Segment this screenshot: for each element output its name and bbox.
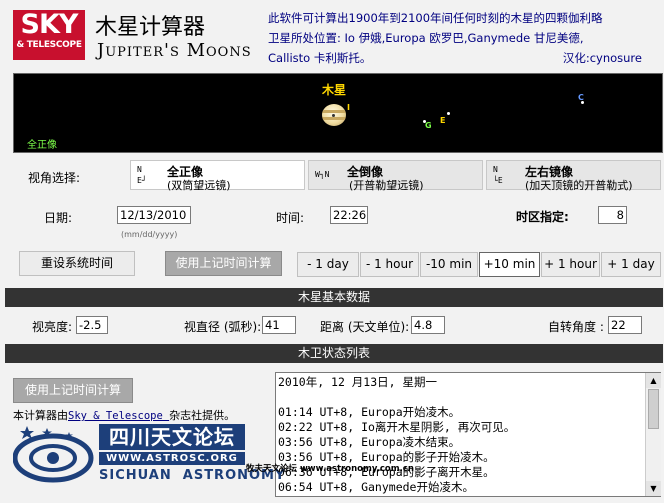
logo-sky-text: SKY [20,9,79,40]
brightness-label: 视亮度: [32,320,73,334]
europa-shadow [332,114,335,117]
scroll-up-icon[interactable]: ▲ [646,373,661,388]
log-line: 01:14 UT+8, Europa开始凌木。 [278,405,461,419]
time-input[interactable]: 22:26 [330,206,368,224]
moon-label-io: I [347,103,350,112]
moon-label-callisto: C [578,93,584,102]
view-option-sub: (双筒望远镜) [167,179,231,192]
view-option-sub: (开普勒望远镜) [349,179,424,192]
app-title-en: Jupiter's Moons [97,40,252,61]
translator-credit: 汉化:cynosure [562,51,642,65]
log-scrollbar[interactable]: ▲ ▼ [645,373,661,496]
orientation-icon: W┐N [315,170,330,179]
step-minus-10-min[interactable]: -10 min [420,252,478,277]
step-minus-1-hour[interactable]: - 1 hour [360,252,419,277]
orientation-icon: N └E [493,165,503,185]
brightness-value[interactable]: -2.5 [76,316,108,334]
jupiter-band [322,117,346,120]
step-plus-10-min[interactable]: +10 min [479,252,540,277]
jupiter-label: 木星 [322,83,347,97]
step-minus-1-day[interactable]: - 1 day [297,252,359,277]
desc-line-2: 卫星所处位置: Io 伊娥,Europa 欧罗巴,Ganymede 甘尼美德, [268,31,584,45]
logo-url-text: WWW.ASTROSC.ORG [99,452,245,465]
date-label: 日期: [44,211,73,225]
reset-time-button[interactable]: 重设系统时间 [19,251,135,276]
credit-prefix: 本计算器由 [13,409,68,422]
sichuan-astronomy-logo: 四川天文论坛 WWW.ASTROSC.ORG SICHUAN ASTRONOMY [13,424,286,488]
time-label: 时间: [276,211,305,225]
jupiter-band [322,110,346,113]
step-plus-1-hour[interactable]: + 1 hour [541,252,600,277]
distance-label: 距离 (天文单位): [320,320,410,334]
sky-telescope-link[interactable]: Sky & Telescope [68,410,169,422]
distance-value[interactable]: 4.8 [411,316,445,334]
compute-button-top[interactable]: 使用上记时间计算 [165,251,282,276]
desc-line-1: 此软件可计算出1900年到2100年间任何时刻的木星的四颗伽利略 [268,11,603,25]
orientation-icon: N E┘ [137,165,147,185]
moon-label-europa: E [440,116,446,125]
view-option-sub: (加天顶镜的开普勒式) [525,179,633,192]
app-title-cn: 木星计算器 [95,15,206,40]
credit-suffix: 杂志社提供。 [169,409,236,422]
provider-credit: 本计算器由Sky & Telescope 杂志社提供。 [13,407,235,423]
date-input[interactable]: 12/13/2010 [117,206,191,224]
timezone-input[interactable]: 8 [598,206,627,224]
rotation-label: 自转角度 : [548,320,604,334]
step-plus-1-day[interactable]: + 1 day [601,252,661,277]
logo-en-text: SICHUAN ASTRONOMY [99,468,286,483]
logo-telescope-text: & TELESCOPE [16,40,82,50]
moon-events-log[interactable]: 2010年, 12 月13日, 星期一 01:14 UT+8, Europa开始… [275,372,661,497]
moon-europa [447,112,450,115]
compute-button-bottom[interactable]: 使用上记时间计算 [13,378,133,403]
logo-cn-text: 四川天文论坛 [99,424,245,450]
sky-telescope-logo: SKY & TELESCOPE [13,10,85,60]
log-line: 06:54 UT+8, Ganymede开始凌木。 [278,480,474,494]
view-option-inverted[interactable]: W┐N 全倒像 (开普勒望远镜) [308,160,483,192]
scroll-down-icon[interactable]: ▼ [646,481,661,496]
log-line: 2010年, 12 月13日, 星期一 [278,375,438,389]
footer-text: 牧夫天文论坛 www.astronomy.com.cn [246,464,414,474]
current-view-label: 全正像 [27,140,57,151]
timezone-label: 时区指定: [516,210,569,224]
date-format-hint: (mm/dd/yyyy) [121,230,178,239]
log-line: 02:22 UT+8, Io离开木星阴影, 再次可见。 [278,420,516,434]
diameter-value[interactable]: 41 [262,316,296,334]
moons-status-header: 木卫状态列表 [5,344,663,363]
log-line: 03:56 UT+8, Europa凌木结束。 [278,435,461,449]
app-description: 此软件可计算出1900年到2100年间任何时刻的木星的四颗伽利略 卫星所处位置:… [268,8,660,68]
view-option-mirror[interactable]: N └E 左右镜像 (加天顶镜的开普勒式) [486,160,661,192]
view-option-upright[interactable]: N E┘ 全正像 (双筒望远镜) [130,160,305,192]
scroll-thumb[interactable] [648,389,659,429]
moon-label-ganymede: G [425,121,432,130]
rotation-value[interactable]: 22 [608,316,642,334]
diameter-label: 视直径 (弧秒): [184,320,262,334]
jupiter-data-header: 木星基本数据 [5,288,663,307]
view-select-label: 视角选择: [28,171,81,185]
